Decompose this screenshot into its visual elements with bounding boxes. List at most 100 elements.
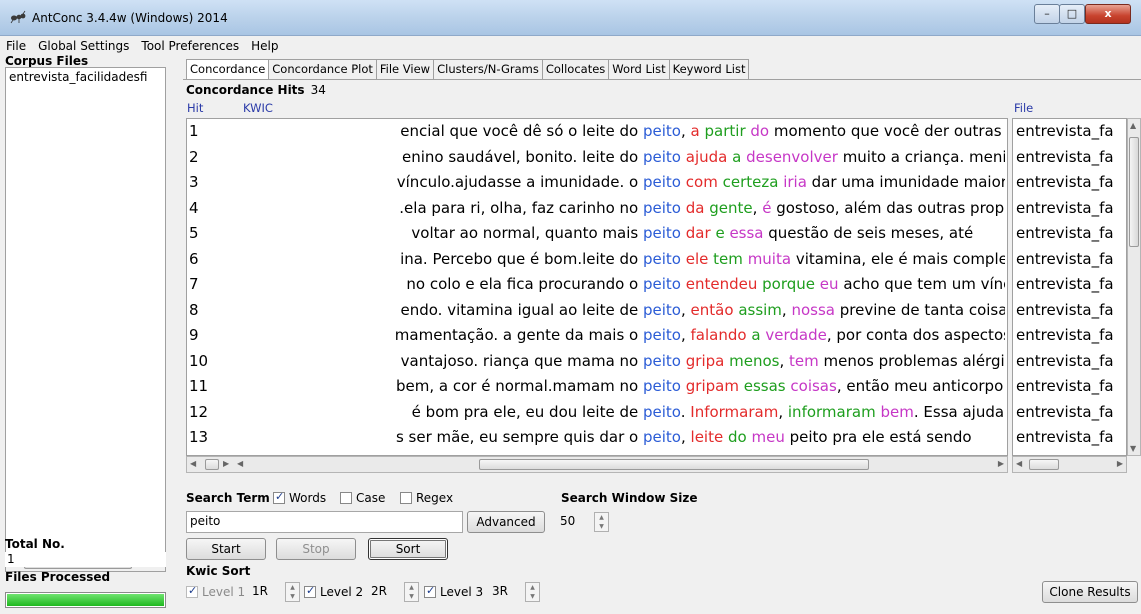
kwic-keyword[interactable]: peito xyxy=(643,377,681,395)
level2-checkbox[interactable]: Level 2 xyxy=(304,584,363,599)
file-cell[interactable]: entrevista_fa xyxy=(1013,272,1126,298)
level2-value-input[interactable]: 2R xyxy=(369,582,403,602)
file-cell[interactable]: entrevista_fa xyxy=(1013,221,1126,247)
tab-word-list[interactable]: Word List xyxy=(608,59,670,79)
words-checkbox-box[interactable] xyxy=(273,490,285,504)
file-cell[interactable]: entrevista_fa xyxy=(1013,374,1126,400)
corpus-file-item[interactable]: entrevista_facilidadesfi xyxy=(6,68,165,86)
scroll-left-arrow-icon[interactable]: ◀ xyxy=(1016,459,1022,468)
minimize-button[interactable]: – xyxy=(1034,4,1060,24)
regex-checkbox-box[interactable] xyxy=(400,492,412,504)
kwic-keyword[interactable]: peito xyxy=(643,250,681,268)
tab-collocates[interactable]: Collocates xyxy=(541,59,610,79)
scroll-right-arrow-icon[interactable]: ▶ xyxy=(1117,459,1123,468)
tab-file-view[interactable]: File View xyxy=(375,59,435,79)
scroll-right-arrow-icon[interactable]: ▶ xyxy=(223,459,229,468)
clone-results-button[interactable]: Clone Results xyxy=(1042,581,1138,603)
table-row[interactable]: 1 encial que você dê só o leite do peito,… xyxy=(187,119,1007,145)
tab-concordance[interactable]: Concordance xyxy=(186,59,270,80)
column-header-kwic[interactable]: KWIC xyxy=(243,101,273,115)
table-row[interactable]: 8 endo. vitamina igual ao leite de peito,… xyxy=(187,298,1007,324)
table-row[interactable]: 6 ina. Percebo que é bom.leite do peito e… xyxy=(187,247,1007,273)
window-size-spinner[interactable]: ▲ ▼ xyxy=(594,512,609,532)
regex-checkbox[interactable]: Regex xyxy=(400,491,453,505)
table-row[interactable]: 13 s ser mãe, eu sempre quis dar o peito,… xyxy=(187,425,1007,451)
menu-file[interactable]: File xyxy=(0,37,32,55)
table-row[interactable]: 9 mamentação. a gente da mais o peito, fa… xyxy=(187,323,1007,349)
scroll-left-arrow-icon[interactable]: ◀ xyxy=(190,459,196,468)
level3-value-input[interactable]: 3R xyxy=(490,582,524,602)
corpus-files-list[interactable]: entrevista_facilidadesfi xyxy=(5,67,166,555)
table-row[interactable]: 10 vantajoso. riança que mama no peito gr… xyxy=(187,349,1007,375)
file-results-list[interactable]: entrevista_fa entrevista_fa entrevista_fa e… xyxy=(1012,118,1127,456)
case-checkbox[interactable]: Case xyxy=(340,491,385,505)
tab-keyword-list[interactable]: Keyword List xyxy=(668,59,750,79)
kwic-keyword[interactable]: peito xyxy=(643,148,681,166)
kwic-keyword[interactable]: peito xyxy=(643,173,681,191)
kwic-results-list[interactable]: 1 encial que você dê só o leite do peito,… xyxy=(186,118,1008,456)
level1-checkbox[interactable]: Level 1 xyxy=(186,584,245,599)
kwic-keyword[interactable]: peito xyxy=(643,326,681,344)
level2-spinner[interactable]: ▲ ▼ xyxy=(404,582,419,602)
scroll-up-arrow-icon[interactable]: ▲ xyxy=(1130,121,1136,130)
level2-checkbox-box[interactable] xyxy=(304,584,316,598)
table-row[interactable]: 7 no colo e ela fica procurando o peito e… xyxy=(187,272,1007,298)
kwic-keyword[interactable]: peito xyxy=(643,122,681,140)
file-cell[interactable]: entrevista_fa xyxy=(1013,170,1126,196)
search-term-input[interactable]: peito xyxy=(186,511,463,533)
start-button[interactable]: Start xyxy=(186,538,266,560)
menu-help[interactable]: Help xyxy=(245,37,284,55)
level1-checkbox-box[interactable] xyxy=(186,584,198,598)
level3-spinner[interactable]: ▲ ▼ xyxy=(525,582,540,602)
file-scroll-thumb[interactable] xyxy=(1029,459,1059,470)
level3-checkbox[interactable]: Level 3 xyxy=(424,584,483,599)
table-row[interactable]: 11 bem, a cor é normal.mamam no peito gri… xyxy=(187,374,1007,400)
file-cell[interactable]: entrevista_fa xyxy=(1013,196,1126,222)
close-button[interactable]: x xyxy=(1085,4,1131,24)
scroll-left-arrow-icon[interactable]: ◀ xyxy=(237,459,243,468)
kwic-keyword[interactable]: peito xyxy=(643,224,681,242)
file-cell[interactable]: entrevista_fa xyxy=(1013,425,1126,451)
table-row[interactable]: 4 .ela para ri, olha, faz carinho no peit… xyxy=(187,196,1007,222)
scroll-right-arrow-icon[interactable]: ▶ xyxy=(998,459,1004,468)
words-checkbox[interactable]: Words xyxy=(273,490,326,505)
column-header-hit[interactable]: Hit xyxy=(187,101,203,115)
file-cell[interactable]: entrevista_fa xyxy=(1013,400,1126,426)
stop-button[interactable]: Stop xyxy=(276,538,356,560)
table-row[interactable]: 2 enino saudável, bonito. leite do peito … xyxy=(187,145,1007,171)
scroll-down-arrow-icon[interactable]: ▼ xyxy=(1130,444,1136,453)
table-row[interactable]: 5 voltar ao normal, quanto mais peito dar… xyxy=(187,221,1007,247)
table-row[interactable]: 3 vínculo.ajudasse a imunidade. o peito c… xyxy=(187,170,1007,196)
file-hscrollbar[interactable]: ◀ ▶ xyxy=(1012,456,1127,473)
level3-checkbox-box[interactable] xyxy=(424,584,436,598)
menu-tool-preferences[interactable]: Tool Preferences xyxy=(135,37,245,55)
file-cell[interactable]: entrevista_fa xyxy=(1013,349,1126,375)
file-cell[interactable]: entrevista_fa xyxy=(1013,119,1126,145)
tab-concordance-plot[interactable]: Concordance Plot xyxy=(268,59,377,79)
menu-global-settings[interactable]: Global Settings xyxy=(32,37,135,55)
case-checkbox-box[interactable] xyxy=(340,492,352,504)
kwic-scroll-thumb[interactable] xyxy=(479,459,869,470)
level1-spinner[interactable]: ▲ ▼ xyxy=(285,582,300,602)
kwic-hscrollbar[interactable]: ◀ ▶ ◀ ▶ xyxy=(186,456,1008,473)
kwic-keyword[interactable]: peito xyxy=(643,275,681,293)
table-row[interactable]: 12 é bom pra ele, eu dou leite de peito. … xyxy=(187,400,1007,426)
kwic-left-scroll-thumb[interactable] xyxy=(205,459,219,470)
results-vscroll-thumb[interactable] xyxy=(1129,137,1139,247)
kwic-keyword[interactable]: peito xyxy=(643,403,681,421)
results-vscrollbar[interactable]: ▲ ▼ xyxy=(1127,118,1141,456)
search-window-size-input[interactable]: 50 xyxy=(558,512,593,532)
column-header-file[interactable]: File xyxy=(1014,101,1033,115)
advanced-button[interactable]: Advanced xyxy=(467,511,545,533)
maximize-button[interactable]: □ xyxy=(1059,4,1085,24)
file-cell[interactable]: entrevista_fa xyxy=(1013,247,1126,273)
level1-value-input[interactable]: 1R xyxy=(250,582,284,602)
file-cell[interactable]: entrevista_fa xyxy=(1013,298,1126,324)
file-cell[interactable]: entrevista_fa xyxy=(1013,323,1126,349)
kwic-keyword[interactable]: peito xyxy=(643,199,681,217)
kwic-keyword[interactable]: peito xyxy=(643,428,681,446)
kwic-keyword[interactable]: peito xyxy=(643,352,681,370)
kwic-keyword[interactable]: peito xyxy=(643,301,681,319)
sort-button[interactable]: Sort xyxy=(368,538,448,560)
file-cell[interactable]: entrevista_fa xyxy=(1013,145,1126,171)
